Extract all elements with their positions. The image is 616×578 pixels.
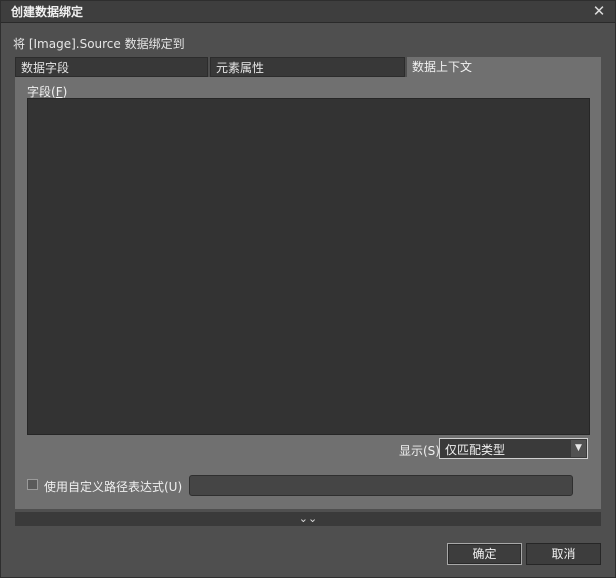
expand-options-toggle[interactable]: ⌄⌄ (15, 512, 601, 526)
field-label-end: ) (62, 85, 68, 99)
tab-data-context[interactable]: 数据上下文 (407, 57, 601, 77)
custom-path-input[interactable] (189, 475, 573, 496)
custom-path-label[interactable]: 使用自定义路径表达式(U) (44, 478, 182, 495)
double-chevron-down-icon: ⌄⌄ (298, 512, 318, 525)
show-label: 显示(S) (399, 444, 440, 458)
dialog-title: 创建数据绑定 (11, 5, 84, 19)
title-bar: 创建数据绑定 ✕ (1, 1, 615, 23)
chevron-down-icon[interactable]: ▼ (571, 440, 586, 457)
binding-target-label: 将 [Image].Source 数据绑定到 (13, 37, 185, 51)
close-icon[interactable]: ✕ (591, 2, 607, 20)
tab-data-field[interactable]: 数据字段 (15, 57, 208, 77)
field-list[interactable] (27, 98, 590, 435)
create-data-binding-dialog: 创建数据绑定 ✕ 将 [Image].Source 数据绑定到 数据字段 元素属… (0, 0, 616, 578)
tab-strip: 数据字段 元素属性 数据上下文 (15, 57, 601, 77)
field-label-accel: F (55, 85, 63, 99)
show-filter-select[interactable]: 仅匹配类型 ▼ (439, 438, 588, 459)
cancel-button[interactable]: 取消 (526, 543, 601, 565)
custom-path-checkbox[interactable] (27, 479, 38, 490)
ok-button[interactable]: 确定 (447, 543, 522, 565)
show-filter-value: 仅匹配类型 (445, 443, 506, 457)
tab-panel: 字段(F) 显示(S) 仅匹配类型 ▼ 使用自定义路径表达式(U) (15, 77, 601, 509)
field-label-text: 字段( (27, 85, 56, 99)
tab-element-property[interactable]: 元素属性 (210, 57, 405, 77)
